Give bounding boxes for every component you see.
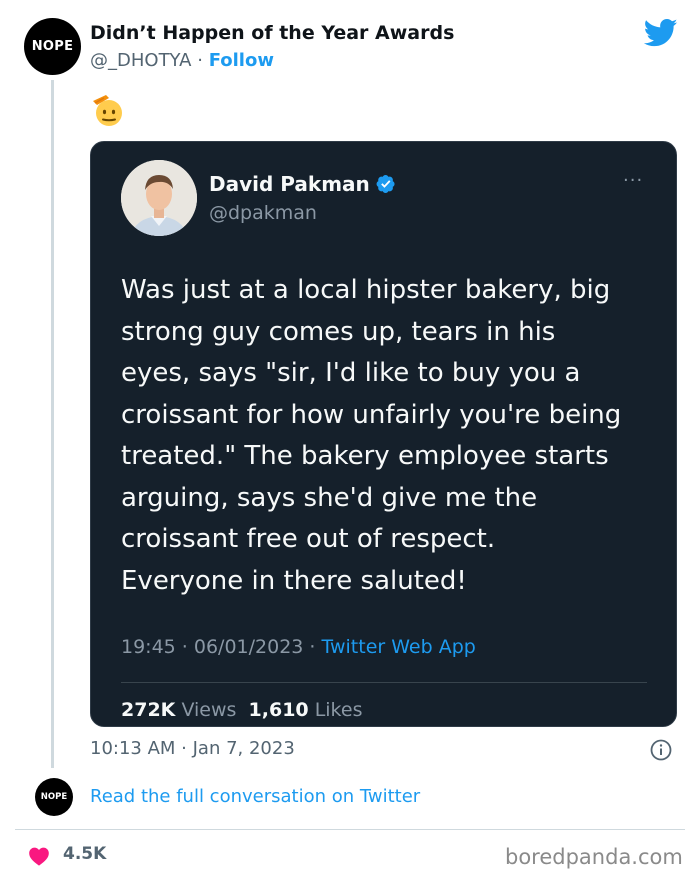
thread-line — [51, 80, 54, 768]
more-options-icon[interactable]: ··· — [623, 170, 643, 191]
quoted-tweet-card[interactable]: David Pakman @dpakman ··· Was just at a … — [90, 141, 677, 727]
author-handle-row: @_DHOTYA · Follow — [90, 50, 274, 71]
tweet-text-line: Everyone in there saluted! — [121, 565, 467, 596]
quoted-author-handle[interactable]: @dpakman — [209, 202, 317, 224]
separator: · — [197, 50, 203, 71]
tweet-text-line: Was just at a local hipster bakery, big — [121, 275, 611, 305]
tweet-text-line: eyes, says "sir, I'd like to buy you a — [121, 358, 581, 388]
avatar-text: NOPE — [31, 39, 74, 54]
tweet-text-line: arguing, says she'd give me the — [121, 482, 538, 513]
author-avatar[interactable]: NOPE — [24, 18, 81, 75]
quoted-timestamp[interactable]: 19:45 · 06/01/2023 · — [121, 636, 322, 658]
divider — [15, 829, 685, 830]
saluting-face-emoji-icon — [93, 95, 122, 126]
source-app-link[interactable]: Twitter Web App — [322, 636, 476, 658]
verified-badge-icon — [376, 175, 395, 193]
views-count: 272K — [121, 699, 176, 721]
info-icon[interactable] — [650, 739, 672, 761]
tweet-text-line: treated." The bakery employee starts — [121, 441, 609, 471]
quoted-author-name[interactable]: David Pakman — [209, 172, 396, 196]
likes-count[interactable]: 1,610 — [249, 699, 309, 721]
tweet-text-line: croissant for how unfairly you're being — [121, 399, 622, 430]
follow-button[interactable]: Follow — [209, 50, 274, 71]
views-label: Views — [181, 699, 237, 721]
heart-icon[interactable] — [28, 846, 50, 866]
quoted-author-name-text: David Pakman — [209, 172, 370, 196]
quoted-tweet-meta: 19:45 · 06/01/2023 · Twitter Web App — [121, 636, 476, 658]
author-handle[interactable]: @_DHOTYA — [90, 50, 191, 71]
tweet-timestamp[interactable]: 10:13 AM · Jan 7, 2023 — [90, 738, 295, 759]
watermark: boredpanda.com — [505, 845, 683, 869]
avatar-text: NOPE — [40, 792, 68, 802]
read-conversation-link[interactable]: Read the full conversation on Twitter — [90, 786, 420, 807]
author-display-name[interactable]: Didn’t Happen of the Year Awards — [90, 22, 454, 44]
divider — [121, 682, 647, 683]
tweet-text-line: croissant free out of respect. — [121, 524, 496, 554]
quoted-author-avatar[interactable] — [121, 160, 197, 236]
quoted-tweet-text: Was just at a local hipster bakery, big … — [121, 270, 661, 602]
likes-label[interactable]: Likes — [315, 699, 363, 721]
tweet-text-line: strong guy comes up, tears in his — [121, 316, 556, 347]
twitter-bird-icon[interactable] — [644, 18, 678, 48]
like-count[interactable]: 4.5K — [63, 844, 106, 864]
quoted-tweet-stats: 272K Views 1,610 Likes — [121, 699, 362, 721]
author-avatar-small[interactable]: NOPE — [35, 778, 73, 816]
